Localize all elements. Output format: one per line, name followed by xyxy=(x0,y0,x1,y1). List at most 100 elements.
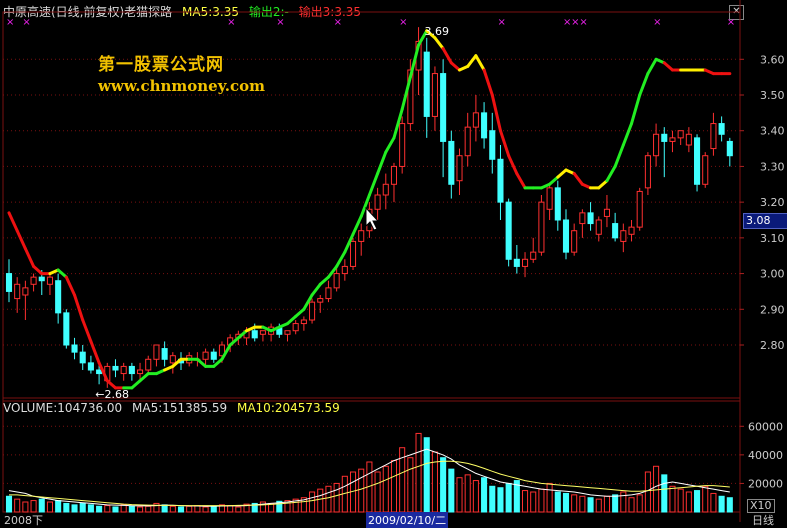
volume-bar-down xyxy=(562,492,570,513)
volume-bar-down xyxy=(79,502,86,513)
signal-line-segment xyxy=(105,379,117,390)
signal-line-segment xyxy=(310,282,322,297)
signal-line-segment xyxy=(81,318,93,343)
signal-line-segment xyxy=(73,293,85,322)
signal-line-segment xyxy=(556,168,568,179)
candle-down xyxy=(87,362,94,371)
candle-up xyxy=(472,112,479,128)
volume-bar-up xyxy=(456,477,463,513)
signal-line-segment xyxy=(212,357,224,368)
candle-down xyxy=(489,130,496,160)
candle-up xyxy=(595,219,602,235)
candle-up xyxy=(120,365,127,375)
candle-down xyxy=(554,187,561,221)
volume-bar-up xyxy=(571,494,578,513)
candle-down xyxy=(497,158,504,203)
price-tick-label: 3.30 xyxy=(760,160,785,173)
volume-bar-up xyxy=(603,495,610,513)
candle-up xyxy=(333,273,340,289)
signal-line-segment xyxy=(335,250,347,268)
signal-marker: × xyxy=(334,17,342,28)
signal-marker: × xyxy=(399,17,407,28)
candle-up xyxy=(628,226,635,235)
candle-up xyxy=(538,201,545,253)
signal-line-segment xyxy=(32,264,44,276)
stock-chart[interactable]: 2.80 2.90 3.00 3.10 3.20 3.30 3.40 3.50 3.60 2000… xyxy=(0,0,787,522)
price-tick-label: 3.50 xyxy=(760,89,785,102)
candle-up xyxy=(374,194,381,210)
volume-bar-up xyxy=(685,491,692,513)
volume-bar-up xyxy=(235,506,242,513)
volume-bar-up xyxy=(595,498,602,513)
candle-up xyxy=(571,230,578,253)
signal-line-segment xyxy=(15,229,27,251)
candle-up xyxy=(710,123,717,150)
candle-up xyxy=(349,240,357,267)
candle-down xyxy=(210,351,217,360)
volume-bar-up xyxy=(710,492,717,513)
signal-line-segment xyxy=(646,57,658,76)
candle-up xyxy=(317,298,324,303)
candle-up xyxy=(300,319,307,325)
candle-down xyxy=(96,369,103,375)
volume-bar-down xyxy=(128,505,135,513)
volume-bar-up xyxy=(669,485,676,513)
signal-line-segment xyxy=(482,68,494,97)
volume-bar-up xyxy=(382,465,389,513)
price-tick-label: 2.90 xyxy=(760,303,785,316)
volume-bar-up xyxy=(702,485,709,513)
candle-up xyxy=(677,130,684,139)
signal-line-segment xyxy=(441,47,453,65)
candle-down xyxy=(505,201,512,260)
signal-line-segment xyxy=(285,314,298,326)
volume-bar-up xyxy=(169,505,176,513)
volume-bar-up xyxy=(317,488,324,513)
price-panel-frame xyxy=(2,11,741,402)
candle-down xyxy=(5,273,13,292)
candle-up xyxy=(685,133,692,146)
signal-marker: × xyxy=(227,17,235,28)
volume-bar-up xyxy=(358,468,365,513)
candle-up xyxy=(390,165,398,185)
signal-marker: × xyxy=(579,17,587,28)
volume-bar-up xyxy=(579,495,586,513)
volume-bar-up xyxy=(309,491,316,513)
volume-bar-up xyxy=(431,451,438,513)
candle-down xyxy=(661,133,668,142)
volume-scale-button[interactable]: X10 xyxy=(747,499,775,513)
signal-line-segment xyxy=(507,154,519,176)
signal-line-segment xyxy=(384,136,396,154)
price-tick-label: 3.10 xyxy=(760,232,785,245)
current-price-label: 3.08 xyxy=(743,213,787,229)
candle-down xyxy=(562,219,570,253)
volume-bar-down xyxy=(161,504,168,513)
cursor-date-label: 2009/02/10/二 xyxy=(366,512,449,528)
candle-down xyxy=(448,140,455,185)
signal-line-segment xyxy=(367,172,380,197)
signal-marker: × xyxy=(727,17,735,28)
signal-line-segment xyxy=(130,379,142,390)
volume-bar-up xyxy=(22,501,29,513)
volume-bar-down xyxy=(489,485,496,513)
volume-bar-down xyxy=(554,491,561,513)
candle-down xyxy=(612,223,619,239)
candle-down xyxy=(71,344,78,353)
candle-up xyxy=(325,287,332,300)
candle-up xyxy=(292,323,299,332)
signal-line-segment xyxy=(662,61,674,72)
signal-marker: × xyxy=(571,17,579,28)
candle-up xyxy=(702,155,709,185)
signal-line-segment xyxy=(572,172,584,186)
candle-down xyxy=(79,351,86,364)
candle-down xyxy=(55,280,62,314)
signal-line-segment xyxy=(64,275,77,297)
candle-up xyxy=(530,251,537,260)
candle-down xyxy=(587,212,594,225)
volume-bar-up xyxy=(374,471,381,513)
candle-up xyxy=(145,358,152,371)
signal-marker: × xyxy=(497,17,505,28)
volume-bar-down xyxy=(38,498,45,513)
volume-bar-up xyxy=(538,488,545,513)
peak-label: 3.69 xyxy=(425,25,450,38)
candle-down xyxy=(423,51,430,117)
